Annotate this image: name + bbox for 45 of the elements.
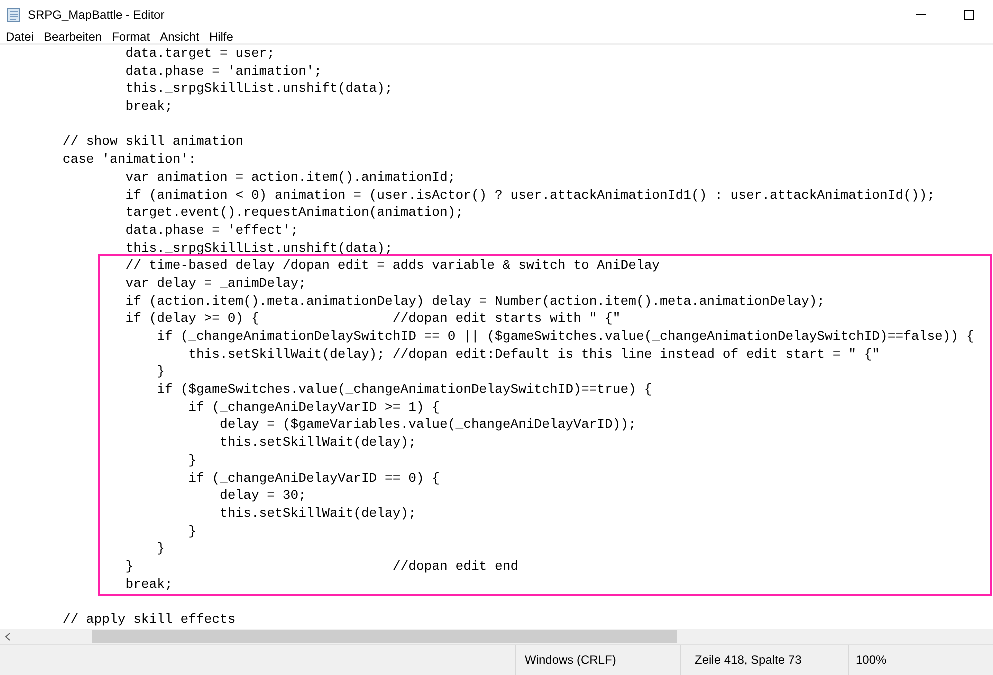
scrollbar-thumb[interactable] (92, 630, 677, 643)
code-line: delay = ($gameVariables.value(_changeAniDelayVarID)); (219, 416, 638, 434)
horizontal-scrollbar[interactable] (0, 629, 993, 644)
code-line: delay = 30; (219, 487, 308, 505)
maximize-icon (963, 9, 975, 21)
code-line: this.setSkillWait(delay); (219, 434, 418, 452)
code-line: } (188, 452, 198, 470)
code-line: // apply skill effects (62, 611, 237, 629)
code-line: break; (124, 98, 174, 116)
code-line: if (action.item().meta.animationDelay) delay = Number(action.item().meta.animationDelay); (124, 292, 826, 310)
code-line: this.setSkillWait(delay); (219, 504, 418, 523)
code-line: this._srpgSkillList.unshift(data); (124, 80, 394, 98)
code-line: if (_changeAniDelayVarID >= 1) { (188, 398, 442, 416)
status-text: 100% (848, 645, 993, 675)
code-line: data.phase = 'effect'; (124, 222, 300, 240)
code-line: var animation = action.item().animationId; (124, 168, 457, 186)
code-line: } (156, 363, 166, 382)
window-title: SRPG_MapBattle - Editor (28, 8, 165, 22)
code-line: target.event().requestAnimation(animation); (124, 204, 465, 222)
code-line: if (animation < 0) animation = (user.isActor() ? user.attackAnimationId1() : user.attackAnimationId()); (124, 186, 936, 204)
code-line: } (188, 522, 198, 540)
code-line: // show skill animation (62, 133, 245, 152)
status-text: Windows (CRLF) (515, 645, 680, 675)
code-line: break; (124, 576, 174, 594)
code-line: var delay = _animDelay; (124, 274, 308, 293)
code-line: this.setSkillWait(delay); //dopan edit:Default is this line instead of edit start = " {" (188, 346, 882, 364)
code-line: } //dopan edit end (124, 558, 520, 576)
code-line: // time-based delay /dopan edit = adds variable & switch to AniDelay (124, 257, 662, 275)
menu-item[interactable]: Format (107, 30, 156, 44)
code-line: data.target = user; (124, 45, 276, 63)
menu-item[interactable]: Datei (1, 30, 40, 44)
code-line: this._srpgSkillList.unshift(data); (124, 240, 394, 258)
code-line: if (_changeAniDelayVarID == 0) { (188, 470, 442, 488)
menu-item[interactable]: Ansicht (155, 30, 204, 44)
code-line: data.phase = 'animation'; (124, 62, 324, 80)
code-line: if (_changeAnimationDelaySwitchID == 0 || ($gameSwitches.value(_changeAnimationDelaySwitchID)==false)) { (156, 328, 976, 346)
menu-item[interactable]: Hilfe (204, 30, 238, 44)
code-line: case 'animation': (62, 151, 198, 169)
code-line: if ($gameSwitches.value(_changeAnimationDelaySwitchID)==true) { (156, 381, 654, 399)
notepad-icon (6, 7, 22, 23)
code-line: } (156, 540, 166, 558)
menu-item[interactable]: Bearbeiten (39, 30, 108, 44)
status-text: Zeile 418, Spalte 73 (680, 645, 848, 675)
scroll-left-icon[interactable] (5, 632, 11, 640)
code-line: if (delay >= 0) { //dopan edit starts with " {" (124, 310, 622, 328)
